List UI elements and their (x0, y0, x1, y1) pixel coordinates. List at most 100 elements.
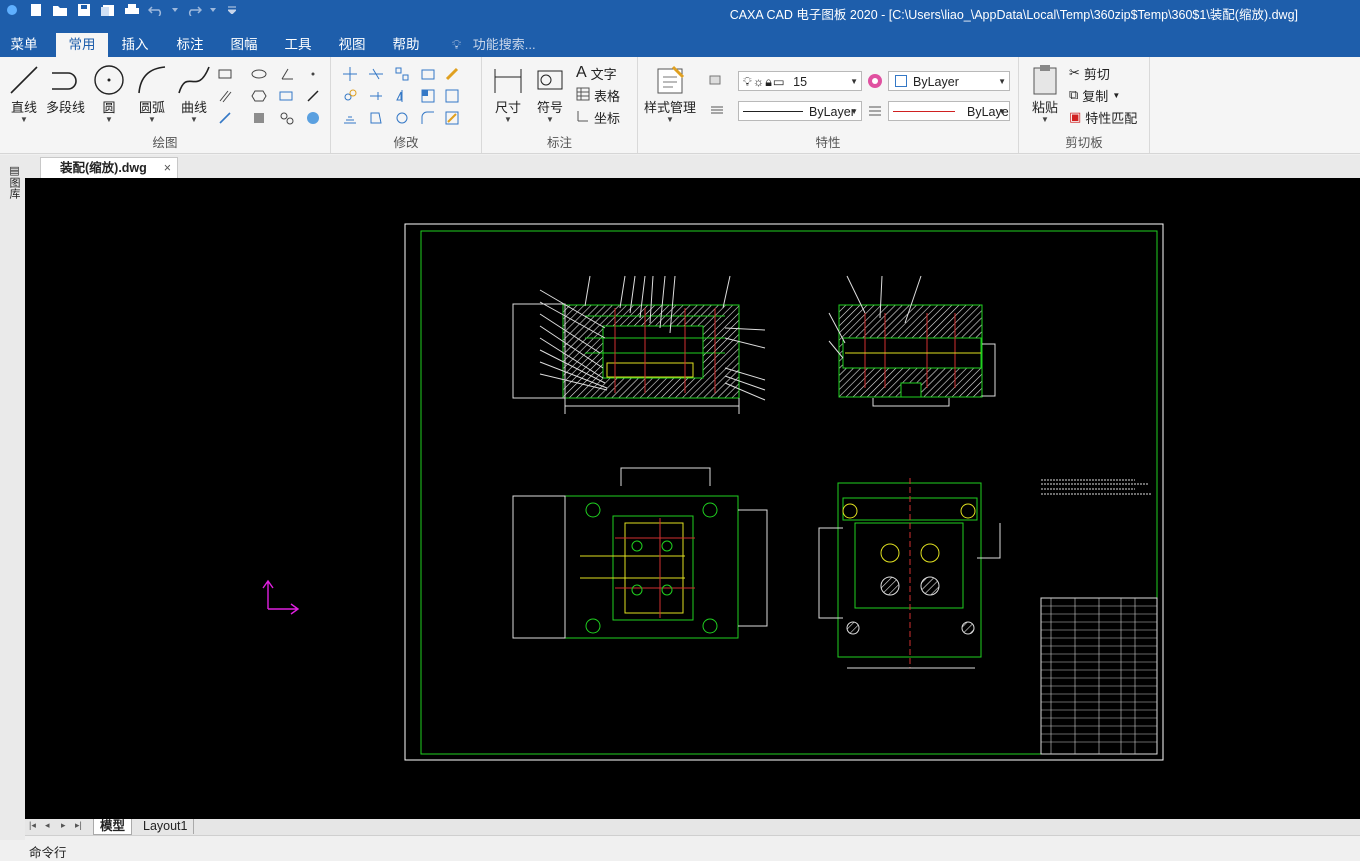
ellipse-icon[interactable] (250, 65, 268, 83)
customize-qat-icon[interactable] (224, 2, 240, 18)
undo-dropdown-icon[interactable] (172, 2, 178, 18)
edit-pencil-icon[interactable] (443, 65, 461, 83)
tab-common[interactable]: 常用 (56, 33, 108, 57)
extend-icon[interactable] (367, 87, 385, 105)
app-logo-icon[interactable] (4, 2, 20, 18)
circle-icon (91, 63, 127, 97)
angle-line-icon[interactable] (278, 65, 296, 83)
next-layout-icon[interactable]: ▸ (61, 820, 66, 831)
offset-icon[interactable] (341, 109, 359, 127)
save-all-icon[interactable] (100, 2, 116, 18)
rectangle-icon[interactable] (216, 65, 234, 83)
tab-help[interactable]: 帮助 (382, 33, 430, 57)
document-tab[interactable]: 装配(缩放).dwg × (40, 157, 178, 178)
layer-menu-icon[interactable] (708, 101, 726, 119)
text-button[interactable]: A 文字 (576, 63, 617, 83)
lineweight-combo[interactable]: ByLaye ▼ (888, 101, 1010, 121)
array-icon[interactable] (393, 65, 411, 83)
redo-icon[interactable] (186, 2, 202, 18)
parallel-line-icon[interactable] (216, 87, 234, 105)
match-properties-button[interactable]: ▣ 特性匹配 (1069, 107, 1137, 127)
group-modify: 修改 (331, 57, 482, 153)
region-icon[interactable] (250, 109, 268, 127)
arc-button[interactable]: 圆弧 ▼ (134, 63, 170, 124)
tab-model[interactable]: 模型 (93, 819, 133, 835)
trim-icon[interactable] (367, 65, 385, 83)
plan-view-top (512, 467, 768, 639)
block-icon[interactable] (419, 65, 437, 83)
copy-object-icon[interactable] (341, 87, 359, 105)
rotate-icon[interactable] (393, 109, 411, 127)
section-view-side (828, 275, 996, 407)
layer-combo[interactable]: 💡︎☼🔒︎▭ 15 ▼ (738, 71, 862, 91)
prev-layout-icon[interactable]: ◂ (45, 820, 50, 831)
table-button[interactable]: 表格 (576, 85, 620, 105)
command-line-label: 命令行 (29, 846, 67, 860)
polygon-icon[interactable] (250, 87, 268, 105)
paste-button[interactable]: 粘贴 ▼ (1027, 63, 1063, 124)
group-draw-label: 绘图 (152, 136, 178, 150)
tab-view[interactable]: 视图 (328, 33, 376, 57)
new-file-icon[interactable] (28, 2, 44, 18)
color-combo[interactable]: ByLayer ▼ (888, 71, 1010, 91)
command-line[interactable]: 命令行 (25, 835, 1360, 860)
group-annotate-label: 标注 (546, 136, 572, 150)
text-icon: A (576, 64, 587, 81)
open-folder-icon[interactable] (52, 2, 68, 18)
tab-tools[interactable]: 工具 (274, 33, 322, 57)
spline-icon[interactable] (278, 109, 296, 127)
layer-manager-icon[interactable] (708, 71, 726, 89)
document-tab-bar: 装配(缩放).dwg × (0, 155, 1360, 178)
linetype-preview-icon (743, 111, 803, 112)
symbol-button[interactable]: 符号 ▼ (532, 63, 568, 124)
copy-button[interactable]: ⧉ 复制 ▼ (1069, 85, 1120, 105)
dimension-button[interactable]: 尺寸 ▼ (490, 63, 526, 124)
tab-menu[interactable]: 菜单 (0, 33, 48, 57)
curve-button[interactable]: 曲线 ▼ (176, 63, 212, 124)
group-draw: 直线 ▼ 多段线 圆 ▼ 圆弧 ▼ 曲线 ▼ 绘图 (0, 57, 331, 153)
tab-annotate[interactable]: 标注 (166, 33, 214, 57)
undo-icon[interactable] (148, 2, 164, 18)
tab-insert[interactable]: 插入 (112, 33, 158, 57)
move-icon[interactable] (341, 65, 359, 83)
style-manager-button[interactable]: 样式管理 ▼ (644, 63, 696, 124)
lineweight-preview-icon (893, 111, 955, 112)
ribbon-tab-bar: 菜单 常用 插入 标注 图幅 工具 视图 帮助 💡︎ 功能搜索... (0, 30, 1360, 57)
save-icon[interactable] (76, 2, 92, 18)
line-button[interactable]: 直线 ▼ (6, 63, 42, 124)
centerline-icon[interactable] (278, 87, 296, 105)
line-icon (6, 63, 42, 97)
first-layout-icon[interactable]: |◂ (29, 820, 36, 831)
polyline-button[interactable]: 多段线 (46, 63, 85, 116)
point-icon[interactable] (304, 65, 322, 83)
library-panel-tab[interactable]: ▤图库 (4, 164, 20, 199)
close-tab-icon[interactable]: × (164, 158, 171, 178)
drawing-canvas[interactable] (25, 178, 1360, 819)
ucs-axis-icon (262, 579, 300, 615)
window-title: CAXA CAD 电子图板 2020 - [C:\Users\liao_\App… (729, 8, 1298, 22)
tab-sheet[interactable]: 图幅 (220, 33, 268, 57)
linetype-combo[interactable]: ByLayer ▼ (738, 101, 862, 121)
coordinate-button[interactable]: 坐标 (576, 107, 620, 127)
circle-button[interactable]: 圆 ▼ (91, 63, 127, 124)
function-search[interactable]: 💡︎ 功能搜索... (452, 33, 536, 57)
fillet-icon[interactable] (419, 109, 437, 127)
document-tab-label: 装配(缩放).dwg (60, 161, 147, 175)
explode-icon[interactable] (443, 87, 461, 105)
stretch-icon[interactable] (367, 109, 385, 127)
tab-layout1[interactable]: Layout1 (137, 819, 195, 834)
construction-line-icon[interactable] (216, 109, 234, 127)
layer-number: 15 (793, 75, 808, 89)
redo-dropdown-icon[interactable] (210, 2, 216, 18)
mirror-icon[interactable] (393, 87, 411, 105)
properties-edit-icon[interactable] (443, 109, 461, 127)
boundary-icon[interactable] (304, 109, 322, 127)
print-icon[interactable] (124, 2, 140, 18)
scale-icon[interactable] (419, 87, 437, 105)
lineweight-icon[interactable] (866, 102, 884, 120)
cut-button[interactable]: ✂ 剪切 (1069, 63, 1110, 83)
hatch-icon[interactable] (304, 87, 322, 105)
group-modify-label: 修改 (393, 136, 419, 150)
last-layout-icon[interactable]: ▸| (75, 820, 82, 831)
color-wheel-icon[interactable] (866, 72, 884, 90)
